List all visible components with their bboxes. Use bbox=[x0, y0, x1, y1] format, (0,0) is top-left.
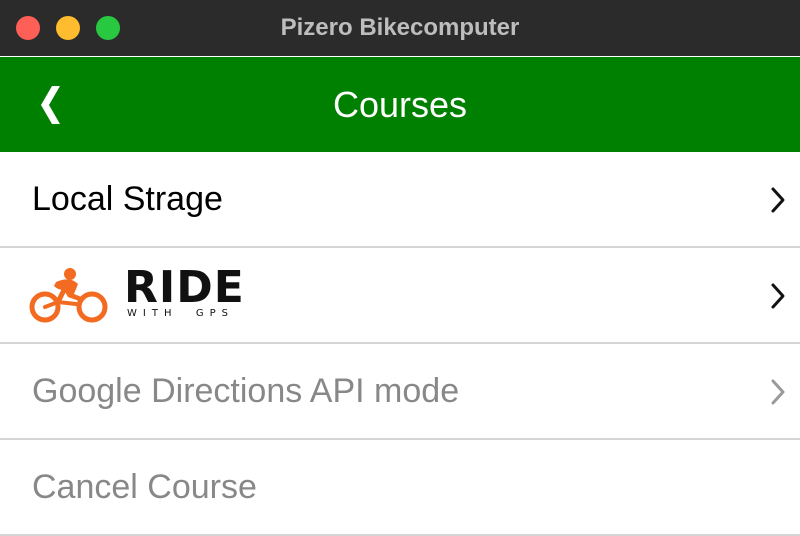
chevron-right-icon bbox=[771, 283, 785, 309]
logo-wordmark: RIDE bbox=[124, 262, 245, 313]
ride-with-gps-logo: RIDE WITH GPS bbox=[28, 264, 278, 326]
app-window: Pizero Bikecomputer Courses Local Strage bbox=[0, 0, 800, 536]
page-header: Courses bbox=[0, 57, 800, 152]
chevron-right-icon bbox=[771, 379, 785, 405]
course-menu: Local Strage RIDE WITH GPS Google Direct… bbox=[0, 152, 800, 536]
chevron-right-icon bbox=[771, 187, 785, 213]
menu-item-google-directions[interactable]: Google Directions API mode bbox=[0, 344, 800, 440]
menu-item-label: Google Directions API mode bbox=[32, 372, 460, 410]
window-title: Pizero Bikecomputer bbox=[280, 14, 520, 41]
page-title: Courses bbox=[332, 84, 468, 125]
cyclist-icon bbox=[29, 268, 108, 323]
menu-item-local-storage[interactable]: Local Strage bbox=[0, 152, 800, 248]
title-bar: Pizero Bikecomputer bbox=[0, 0, 800, 56]
menu-item-label: Cancel Course bbox=[32, 468, 257, 506]
logo-tagline: WITH GPS bbox=[127, 308, 234, 319]
menu-item-ride-with-gps[interactable]: RIDE WITH GPS bbox=[0, 248, 800, 344]
menu-item-cancel-course[interactable]: Cancel Course bbox=[0, 440, 800, 536]
menu-item-label: Local Strage bbox=[32, 180, 223, 218]
